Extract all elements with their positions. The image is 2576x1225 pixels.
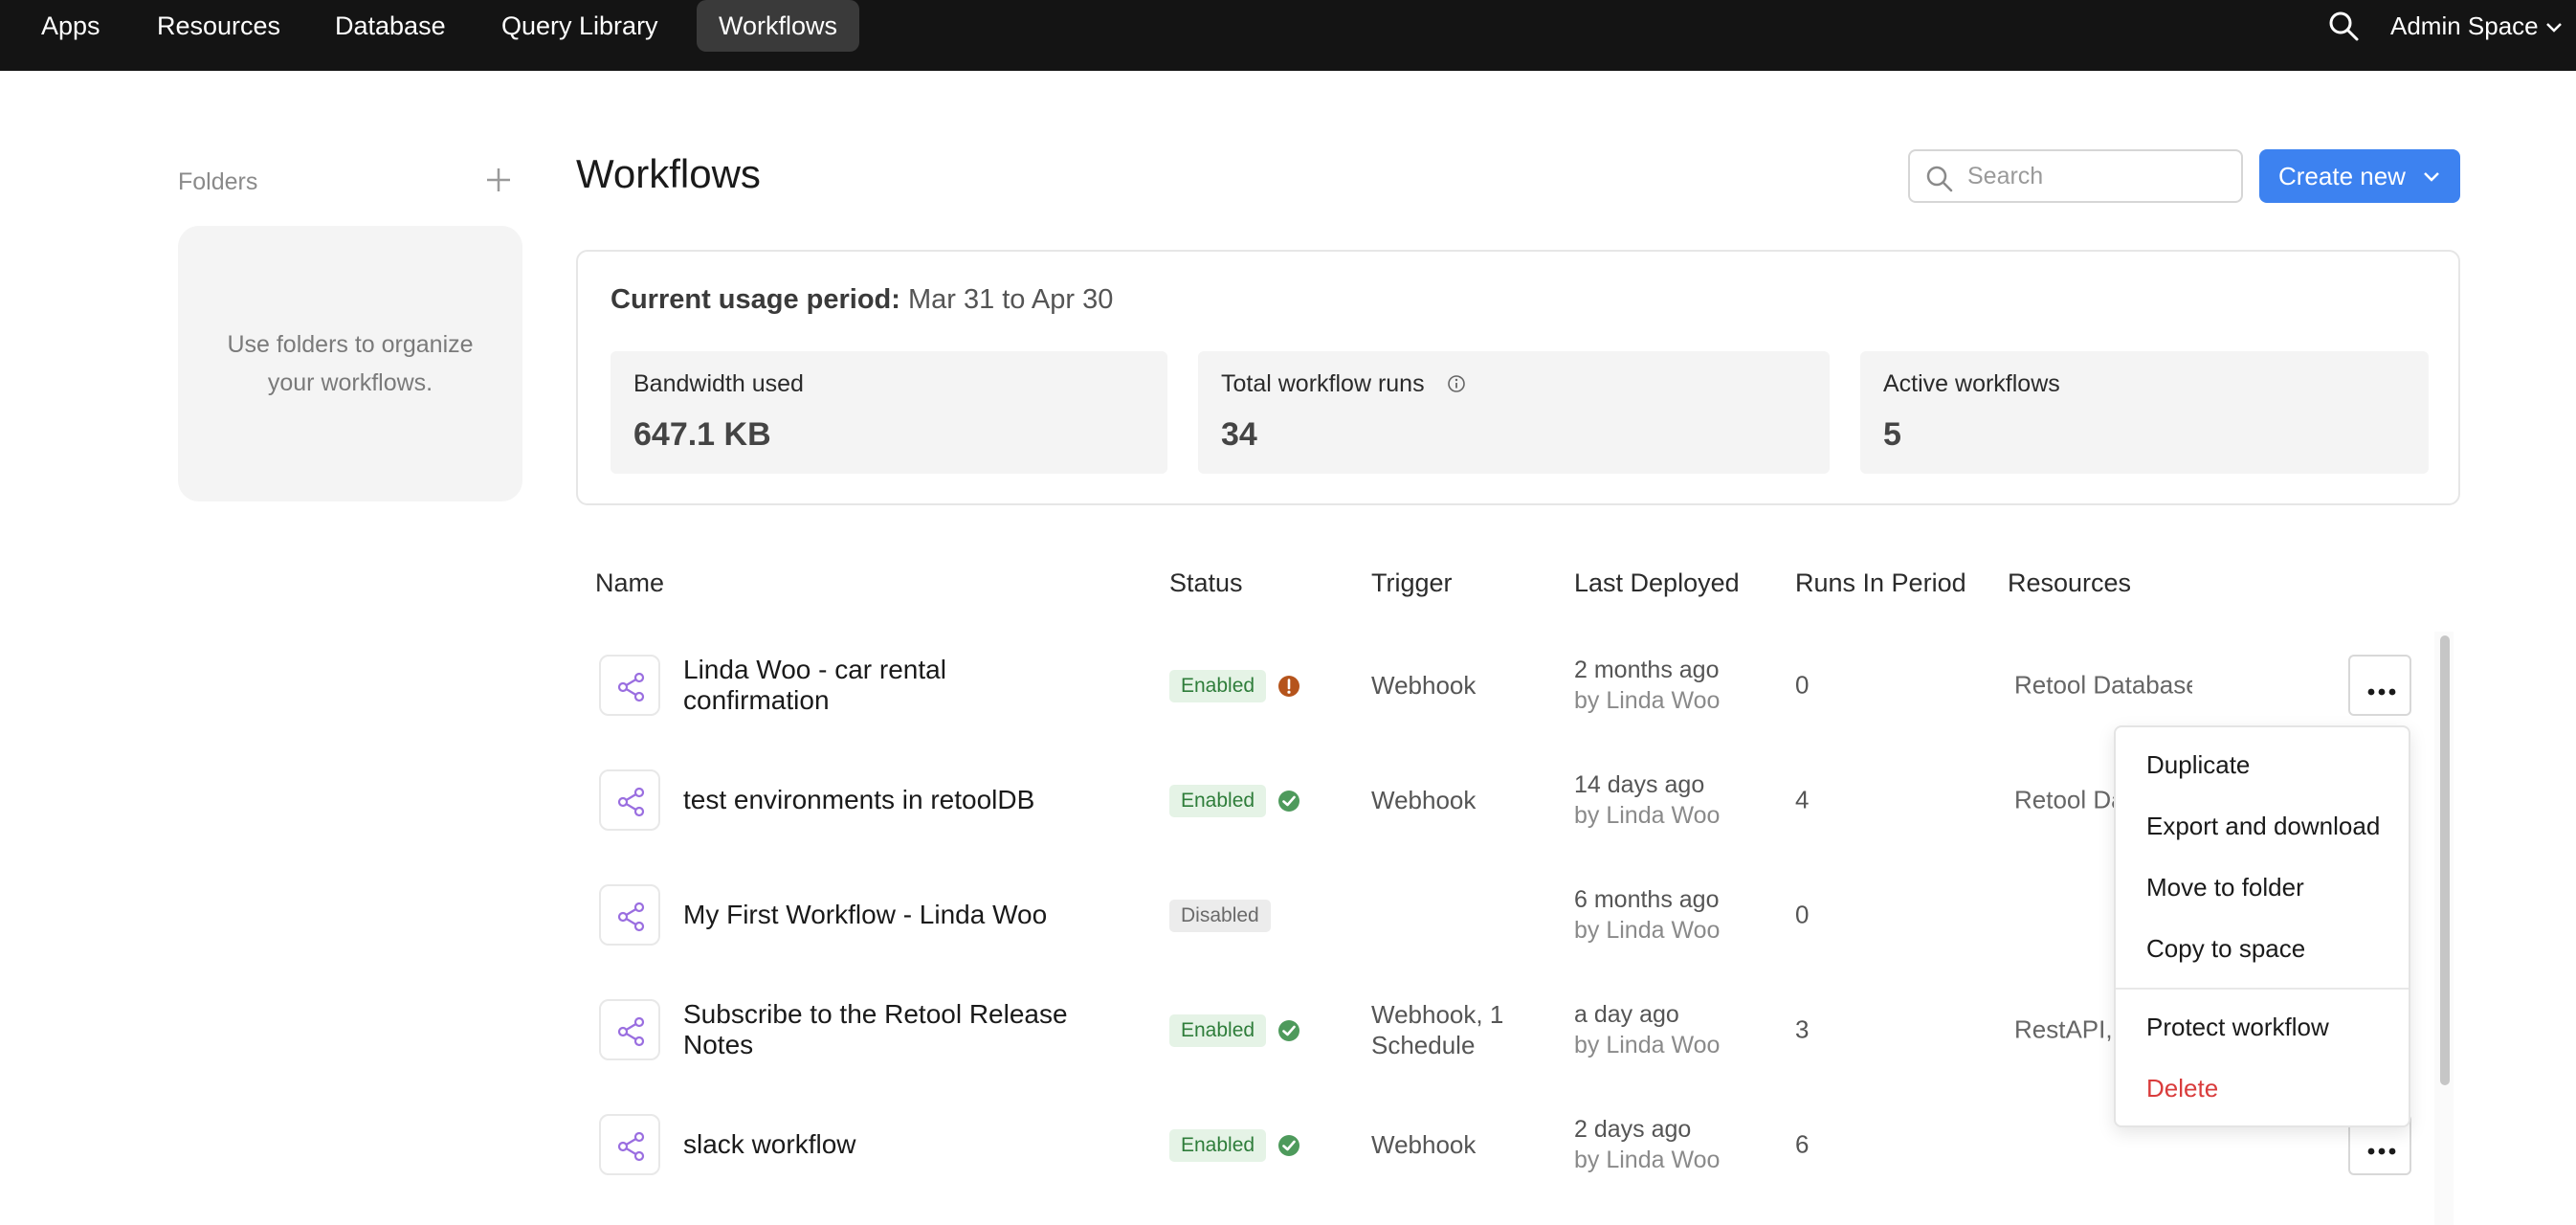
workflow-icon <box>599 884 660 946</box>
check-icon <box>1277 789 1301 813</box>
workflow-name[interactable]: My First Workflow - Linda Woo <box>683 900 1085 930</box>
warning-icon[interactable] <box>1277 674 1301 699</box>
search-input[interactable] <box>1967 159 2226 193</box>
space-switcher[interactable]: Admin Space <box>2390 0 2539 52</box>
deployed-by: by Linda Woo <box>1574 687 1721 714</box>
column-header-last-deployed[interactable]: Last Deployed <box>1574 568 1740 598</box>
column-header-trigger[interactable]: Trigger <box>1371 568 1453 598</box>
menu-item-copy-to-space[interactable]: Copy to space <box>2146 934 2305 964</box>
last-deployed: 2 months ago by Linda Woo <box>1574 655 1720 716</box>
runs-count: 0 <box>1795 670 1810 700</box>
menu-item-duplicate[interactable]: Duplicate <box>2146 750 2250 780</box>
metric-label: Total workflow runs <box>1221 370 1425 397</box>
nav-workflows[interactable]: Workflows <box>697 0 860 52</box>
search-field[interactable] <box>1908 149 2243 203</box>
create-new-label: Create new <box>2278 162 2406 190</box>
menu-item-protect[interactable]: Protect workflow <box>2146 1013 2329 1042</box>
deployed-time: 2 months ago <box>1574 657 1720 683</box>
top-navigation: Apps Resources Database Query Library Wo… <box>0 0 2576 71</box>
menu-item-move-to-folder[interactable]: Move to folder <box>2146 873 2304 902</box>
nav-query-library[interactable]: Query Library <box>479 0 680 52</box>
deployed-by: by Linda Woo <box>1574 1147 1721 1173</box>
workflow-icon <box>599 999 660 1060</box>
usage-title: Current usage period: Mar 31 to Apr 30 <box>611 284 1113 316</box>
last-deployed: 6 months ago by Linda Woo <box>1574 884 1720 946</box>
usage-period: Mar 31 to Apr 30 <box>907 284 1114 315</box>
metric-label: Bandwidth used <box>633 370 804 397</box>
more-options-button[interactable] <box>2348 655 2411 716</box>
metric-value: 647.1 KB <box>633 416 771 453</box>
workflow-name[interactable]: Linda Woo - car rental confirmation <box>683 655 1085 716</box>
metric-label: Active workflows <box>1883 370 2060 397</box>
folders-empty-state: Use folders to organize your workflows. <box>178 226 522 501</box>
trigger-text: Webhook <box>1371 671 1477 700</box>
resources-text: Retool Database <box>2014 670 2192 700</box>
last-deployed: a day ago by Linda Woo <box>1574 999 1720 1060</box>
deployed-by: by Linda Woo <box>1574 917 1721 944</box>
workflow-icon <box>599 655 660 716</box>
page-title: Workflows <box>576 151 761 196</box>
last-deployed: 14 days ago by Linda Woo <box>1574 769 1720 831</box>
deployed-by: by Linda Woo <box>1574 802 1721 829</box>
deployed-time: 2 days ago <box>1574 1116 1692 1143</box>
status-badge: Enabled <box>1169 1014 1267 1047</box>
more-icon <box>2367 1143 2396 1155</box>
metric-value: 34 <box>1221 416 1257 453</box>
trigger-text: Webhook <box>1371 1130 1477 1159</box>
folders-label: Folders <box>178 168 258 195</box>
info-icon[interactable] <box>1447 374 1466 393</box>
column-header-resources[interactable]: Resources <box>2008 568 2131 598</box>
runs-count: 6 <box>1795 1129 1810 1159</box>
deployed-time: a day ago <box>1574 1001 1679 1028</box>
runs-count: 4 <box>1795 785 1810 814</box>
workflow-name[interactable]: slack workflow <box>683 1129 1085 1160</box>
runs-count: 3 <box>1795 1014 1810 1044</box>
workflow-name[interactable]: Subscribe to the Retool Release Notes <box>683 999 1085 1060</box>
search-icon[interactable] <box>2327 10 2360 42</box>
chevron-down-icon <box>2424 172 2439 182</box>
metric-total-runs: Total workflow runs 34 <box>1198 351 1830 474</box>
column-header-name[interactable]: Name <box>595 568 664 598</box>
trigger-text: Webhook <box>1371 786 1477 814</box>
search-icon <box>1926 166 1953 192</box>
column-header-runs[interactable]: Runs In Period <box>1795 568 1966 598</box>
runs-count: 0 <box>1795 900 1810 929</box>
last-deployed: 2 days ago by Linda Woo <box>1574 1114 1720 1175</box>
metric-active-workflows: Active workflows 5 <box>1860 351 2429 474</box>
check-icon <box>1277 1018 1301 1043</box>
check-icon <box>1277 1133 1301 1158</box>
more-icon <box>2367 683 2396 696</box>
deployed-by: by Linda Woo <box>1574 1032 1721 1058</box>
usage-card: Current usage period: Mar 31 to Apr 30 Ba… <box>576 250 2460 505</box>
column-header-status[interactable]: Status <box>1169 568 1243 598</box>
status-badge: Enabled <box>1169 785 1267 817</box>
deployed-time: 6 months ago <box>1574 886 1720 913</box>
menu-divider <box>2116 988 2409 990</box>
nav-database[interactable]: Database <box>313 0 468 52</box>
usage-title-label: Current usage period: <box>611 284 900 315</box>
trigger-text: Webhook, 1 Schedule <box>1371 1000 1504 1059</box>
scrollbar-thumb[interactable] <box>2440 635 2450 1085</box>
status-badge: Enabled <box>1169 670 1267 702</box>
status-badge: Enabled <box>1169 1129 1267 1162</box>
deployed-time: 14 days ago <box>1574 771 1705 798</box>
add-folder-icon[interactable] <box>483 165 514 195</box>
workflow-icon <box>599 1114 660 1175</box>
workflow-icon <box>599 769 660 831</box>
status-badge: Disabled <box>1169 900 1271 932</box>
nav-resources[interactable]: Resources <box>135 0 302 52</box>
folders-empty-text: Use folders to organize your workflows. <box>227 331 474 396</box>
metric-value: 5 <box>1883 416 1901 453</box>
workflow-name[interactable]: test environments in retoolDB <box>683 785 1085 815</box>
create-new-button[interactable]: Create new <box>2259 149 2460 203</box>
nav-apps[interactable]: Apps <box>19 0 122 52</box>
menu-item-export[interactable]: Export and download <box>2146 812 2380 841</box>
metric-bandwidth: Bandwidth used 647.1 KB <box>611 351 1167 474</box>
menu-item-delete[interactable]: Delete <box>2146 1074 2218 1103</box>
workflow-context-menu: Duplicate Export and download Move to fo… <box>2114 725 2410 1127</box>
chevron-down-icon[interactable] <box>2543 17 2565 38</box>
